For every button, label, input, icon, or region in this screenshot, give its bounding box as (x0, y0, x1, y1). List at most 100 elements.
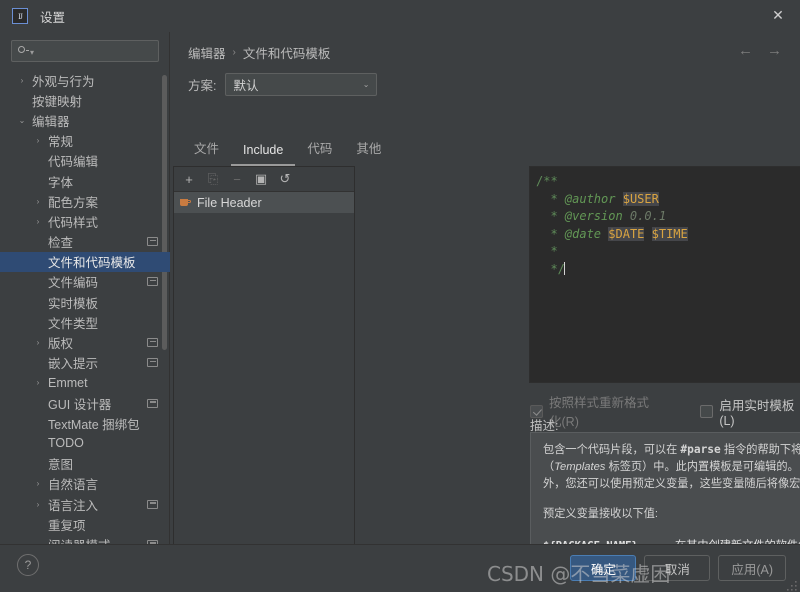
tree-expand-icon[interactable]: › (32, 136, 44, 145)
editor-options-row: 按照样式重新格式化(R) 启用实时模板 (L) (530, 392, 800, 430)
resize-grip-icon[interactable] (786, 580, 798, 592)
list-item-label: File Header (197, 195, 262, 210)
search-icon (17, 45, 30, 58)
scheme-select[interactable]: 默认 ⌄ (225, 73, 378, 96)
variables-intro: 预定义变量接收以下值: (543, 508, 658, 520)
add-template-button[interactable]: + (178, 169, 200, 189)
tab-2[interactable]: 代码 (295, 135, 344, 166)
code-token: * (536, 244, 558, 259)
tree-expand-icon[interactable]: › (32, 500, 44, 509)
code-token: @version (564, 209, 623, 224)
reformat-checkbox-label: 按照样式重新格式化(R) (549, 396, 650, 429)
code-token: * (536, 191, 565, 206)
code-line-2: * @version 0.0.1 (536, 208, 800, 226)
template-list[interactable]: File Header (174, 192, 354, 213)
breadcrumb-root[interactable]: 编辑器 (188, 43, 226, 62)
tab-0[interactable]: 文件 (182, 135, 231, 166)
tree-expand-icon[interactable]: › (32, 217, 44, 226)
sidebar-item-10[interactable]: 文件编码 (0, 272, 170, 292)
text-caret (563, 261, 565, 275)
desc-italic-templates: Templates (554, 461, 606, 473)
title-bar: IJ 设置 ✕ (0, 0, 800, 33)
ok-button[interactable]: 确定 (570, 555, 637, 581)
code-line-3: * @date $DATE $TIME (536, 226, 800, 244)
tree-expand-icon[interactable]: › (32, 479, 44, 488)
tab-1[interactable]: Include (231, 140, 296, 166)
cancel-button[interactable]: 取消 (644, 555, 711, 581)
code-line-1: * @author $USER (536, 191, 800, 209)
plugin-badge-icon (147, 338, 158, 348)
sidebar-item-15[interactable]: › Emmet (0, 373, 170, 393)
sidebar-item-3[interactable]: › 常规 (0, 131, 170, 151)
template-code-editor[interactable]: /** * @author $USER * @version 0.0.1 * @… (529, 166, 800, 383)
sidebar-item-19[interactable]: 意图 (0, 454, 170, 474)
chevron-down-icon: ⌄ (362, 80, 370, 89)
live-template-checkbox[interactable] (700, 404, 714, 418)
sidebar-item-18[interactable]: TODO (0, 433, 170, 453)
sidebar-item-5[interactable]: 字体 (0, 171, 170, 191)
sidebar-item-20[interactable]: › 自然语言 (0, 474, 170, 494)
plugin-badge-icon (147, 499, 158, 509)
sidebar-item-12[interactable]: 文件类型 (0, 312, 170, 332)
sidebar-item-label: 语言注入 (48, 498, 99, 513)
help-button[interactable]: ? (17, 554, 39, 576)
sidebar-item-8[interactable]: 检查 (0, 232, 170, 252)
sidebar-item-0[interactable]: › 外观与行为 (0, 70, 170, 90)
sidebar-item-2[interactable]: ⌄ 编辑器 (0, 110, 170, 130)
code-line-5: */ (536, 261, 800, 279)
sidebar-item-label: TextMate 捆绑包 (48, 417, 140, 432)
tree-expand-icon[interactable]: › (16, 76, 28, 85)
live-template-checkbox-label: 启用实时模板 (L) (719, 398, 795, 428)
tree-expand-icon[interactable]: › (32, 338, 44, 347)
settings-content-panel: 编辑器 › 文件和代码模板 ← → 方案: 默认 ⌄ 文件 Include 代码 其他… (170, 32, 800, 575)
sidebar-item-22[interactable]: 重复项 (0, 514, 170, 534)
sidebar-item-17[interactable]: TextMate 捆绑包 (0, 413, 170, 433)
copy-template-button[interactable]: ⎘ (202, 169, 224, 189)
code-token: $DATE (608, 226, 645, 241)
sidebar-item-1[interactable]: 按键映射 (0, 90, 170, 110)
sidebar-item-13[interactable]: › 版权 (0, 332, 170, 352)
sidebar-item-label: 代码样式 (48, 215, 99, 230)
code-token: */ (536, 261, 565, 276)
template-tabs[interactable]: 文件 Include 代码 其他 (182, 135, 393, 166)
sidebar-item-6[interactable]: › 配色方案 (0, 191, 170, 211)
remove-template-button[interactable]: − (226, 169, 248, 189)
settings-tree[interactable]: › 外观与行为 按键映射 ⌄ 编辑器 › 常规 代码编辑 字体 › 配色方案 › 代码样式 检查 文件和代码… (0, 70, 170, 544)
sidebar-item-16[interactable]: GUI 设计器 (0, 393, 170, 413)
reset-template-button[interactable]: ↺ (274, 169, 296, 189)
plugin-badge-icon (147, 358, 158, 368)
tree-expand-icon[interactable]: › (32, 197, 44, 206)
settings-sidebar: ▾ › 外观与行为 按键映射 ⌄ 编辑器 › 常规 代码编辑 字体 › 配色方案 › 代码样式 检查 文件和… (0, 32, 170, 544)
code-token: * (536, 226, 565, 241)
sidebar-item-9[interactable]: 文件和代码模板 (0, 251, 170, 272)
footer-buttons: 确定 取消 应用(A) (570, 555, 786, 581)
sidebar-item-14[interactable]: 嵌入提示 (0, 353, 170, 373)
settings-dialog: IJ 设置 ✕ ▾ › 外观与行为 按键映射 ⌄ 编辑器 › 常规 代码编辑 字体 › 配色方案 › 代… (0, 0, 800, 592)
breadcrumb-separator-icon: › (232, 47, 236, 58)
tree-expand-icon[interactable]: › (32, 378, 44, 387)
list-item[interactable]: File Header (174, 192, 354, 213)
tree-expand-icon[interactable]: ⌄ (16, 116, 28, 125)
sidebar-item-23[interactable]: 阅读器模式 (0, 534, 170, 544)
sidebar-item-label: 常规 (48, 135, 74, 150)
sidebar-item-label: 自然语言 (48, 478, 99, 493)
sidebar-item-label: 重复项 (48, 518, 86, 533)
apply-button[interactable]: 应用(A) (718, 555, 786, 581)
search-input[interactable]: ▾ (11, 40, 159, 62)
sidebar-item-21[interactable]: › 语言注入 (0, 494, 170, 514)
close-icon[interactable]: ✕ (756, 0, 800, 31)
sidebar-item-label: 按键映射 (32, 94, 83, 109)
sidebar-item-11[interactable]: 实时模板 (0, 292, 170, 312)
sidebar-item-7[interactable]: › 代码样式 (0, 211, 170, 231)
tab-3[interactable]: 其他 (344, 135, 393, 166)
back-arrow-icon[interactable]: ← (738, 42, 753, 59)
sidebar-item-4[interactable]: 代码编辑 (0, 151, 170, 171)
sidebar-item-label: 版权 (48, 337, 74, 352)
code-token: $TIME (651, 226, 688, 241)
sidebar-item-label: 意图 (48, 458, 74, 473)
sidebar-item-label: 文件和代码模板 (48, 256, 136, 271)
sidebar-item-label: 文件类型 (48, 316, 99, 331)
duplicate-template-button[interactable]: ▣ (250, 169, 272, 189)
sidebar-item-label: 嵌入提示 (48, 357, 99, 372)
forward-arrow-icon[interactable]: → (767, 42, 782, 59)
